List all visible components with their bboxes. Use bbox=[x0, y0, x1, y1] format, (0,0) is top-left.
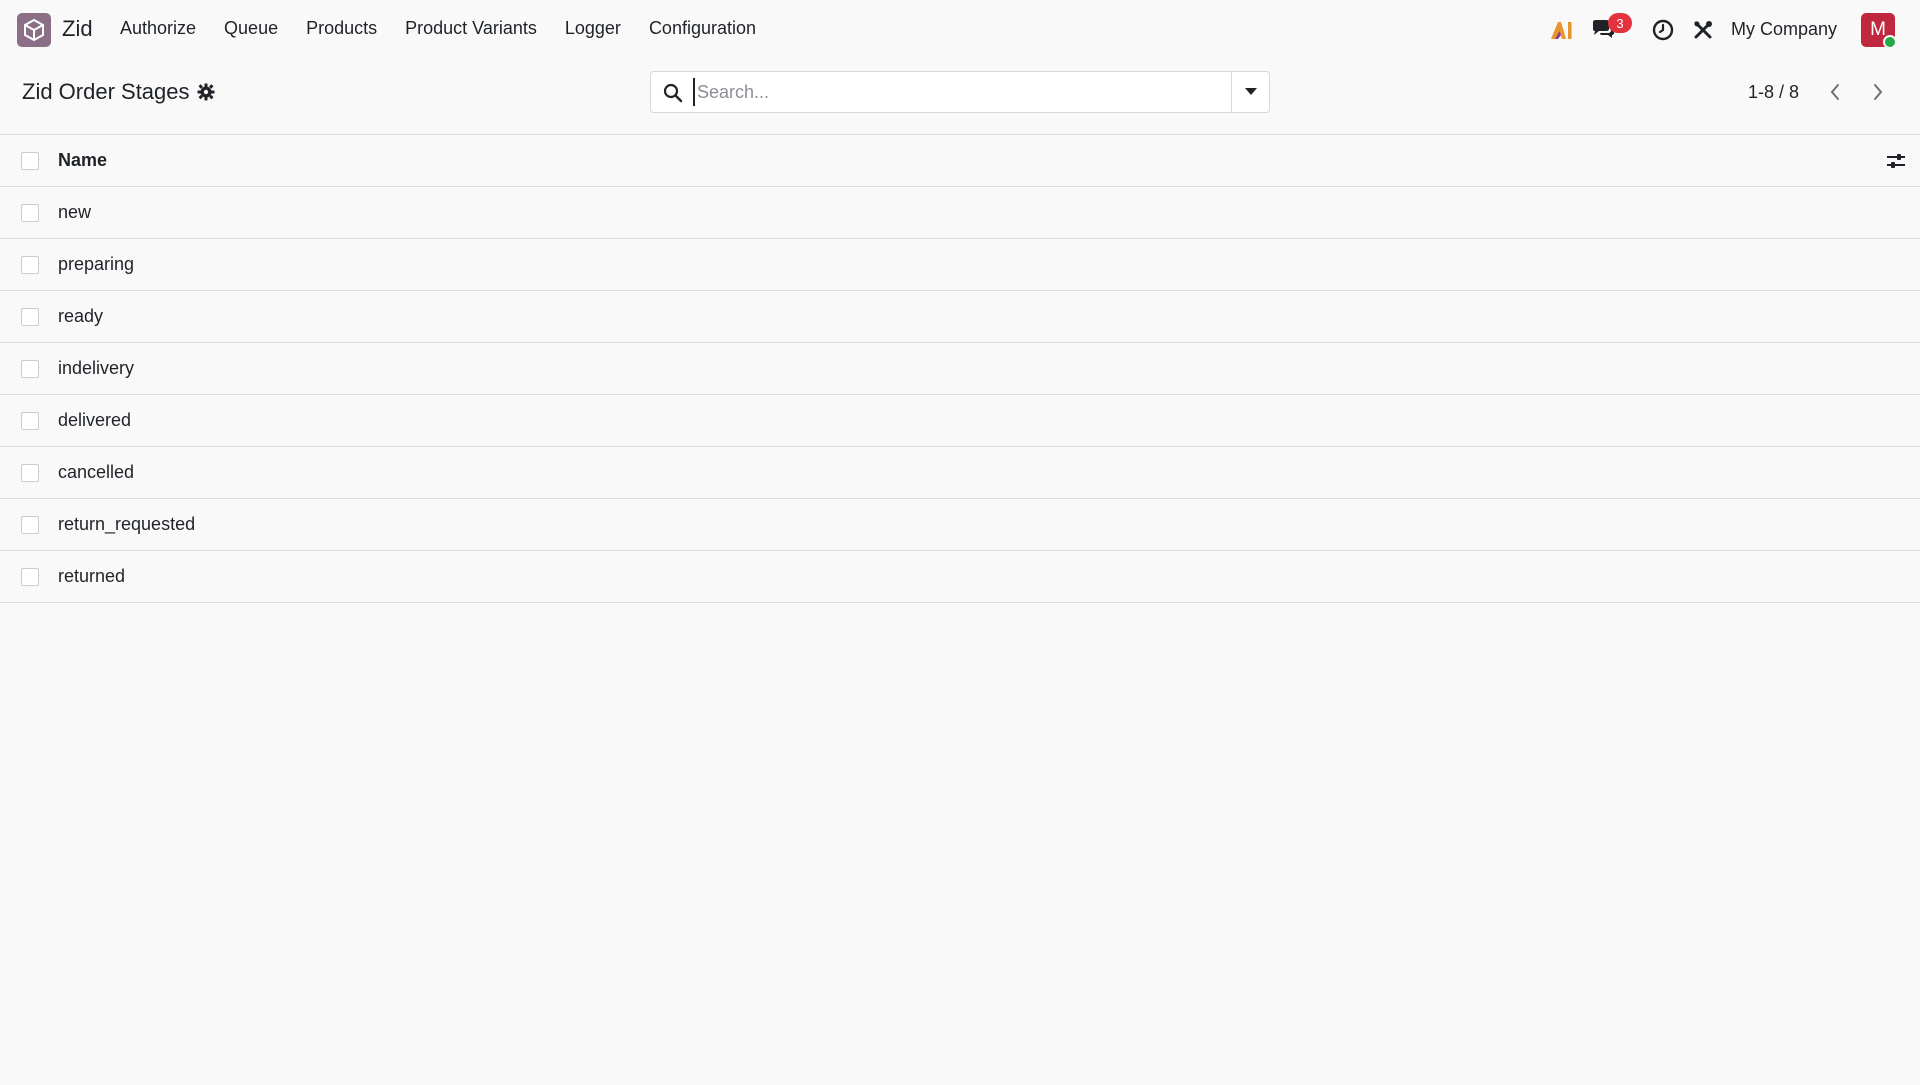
caret-down-icon bbox=[1244, 88, 1257, 95]
search-icon bbox=[663, 83, 683, 103]
chevron-right-icon bbox=[1874, 84, 1883, 100]
row-checkbox[interactable] bbox=[21, 204, 39, 222]
cell-name[interactable]: delivered bbox=[58, 410, 131, 431]
search-options-toggle[interactable] bbox=[1231, 72, 1269, 112]
table-row[interactable]: ready bbox=[0, 291, 1920, 343]
cell-name[interactable]: cancelled bbox=[58, 462, 134, 483]
menu-item-configuration[interactable]: Configuration bbox=[649, 18, 756, 39]
row-checkbox[interactable] bbox=[21, 412, 39, 430]
menu-item-product-variants[interactable]: Product Variants bbox=[405, 18, 537, 39]
menu-item-products[interactable]: Products bbox=[306, 18, 377, 39]
row-checkbox[interactable] bbox=[21, 256, 39, 274]
search-bar bbox=[650, 71, 1270, 113]
table-row[interactable]: new bbox=[0, 187, 1920, 239]
app-name[interactable]: Zid bbox=[62, 16, 93, 42]
company-switcher[interactable]: My Company bbox=[1731, 19, 1837, 40]
row-checkbox[interactable] bbox=[21, 568, 39, 586]
table-row[interactable]: indelivery bbox=[0, 343, 1920, 395]
row-checkbox[interactable] bbox=[21, 516, 39, 534]
row-checkbox[interactable] bbox=[21, 464, 39, 482]
app-logo-icon[interactable] bbox=[17, 13, 51, 47]
cell-name[interactable]: returned bbox=[58, 566, 125, 587]
activity-clock-icon[interactable] bbox=[1650, 18, 1676, 42]
table-row[interactable]: delivered bbox=[0, 395, 1920, 447]
menu-item-queue[interactable]: Queue bbox=[224, 18, 278, 39]
table-row[interactable]: preparing bbox=[0, 239, 1920, 291]
list-header: Name bbox=[0, 135, 1920, 187]
menu-item-authorize[interactable]: Authorize bbox=[120, 18, 196, 39]
row-checkbox[interactable] bbox=[21, 360, 39, 378]
gear-icon[interactable] bbox=[197, 83, 215, 101]
search-input[interactable] bbox=[693, 78, 1213, 106]
top-navbar: Zid Authorize Queue Products Product Var… bbox=[0, 0, 1920, 60]
online-status-indicator bbox=[1883, 35, 1897, 49]
page-title: Zid Order Stages bbox=[22, 79, 190, 104]
table-row[interactable]: return_requested bbox=[0, 499, 1920, 551]
cell-name[interactable]: indelivery bbox=[58, 358, 134, 379]
cell-name[interactable]: new bbox=[58, 202, 91, 223]
select-all-checkbox[interactable] bbox=[21, 152, 39, 170]
messages-badge: 3 bbox=[1608, 13, 1632, 33]
table-row[interactable]: returned bbox=[0, 551, 1920, 603]
row-checkbox[interactable] bbox=[21, 308, 39, 326]
stages-list: Name new preparing ready indelivery deli… bbox=[0, 134, 1920, 603]
debug-tools-icon[interactable] bbox=[1690, 18, 1716, 42]
cell-name[interactable]: return_requested bbox=[58, 514, 195, 535]
main-menu: Authorize Queue Products Product Variant… bbox=[120, 18, 784, 39]
pager-value[interactable]: 1-8 / 8 bbox=[1748, 82, 1799, 103]
optional-columns-icon[interactable] bbox=[1886, 151, 1906, 171]
ai-assistant-icon[interactable] bbox=[1548, 18, 1574, 42]
menu-item-logger[interactable]: Logger bbox=[565, 18, 621, 39]
table-row[interactable]: cancelled bbox=[0, 447, 1920, 499]
cell-name[interactable]: ready bbox=[58, 306, 103, 327]
pager-previous-button[interactable] bbox=[1823, 80, 1847, 104]
column-header-name[interactable]: Name bbox=[58, 150, 107, 171]
chevron-left-icon bbox=[1830, 84, 1839, 100]
pager-next-button[interactable] bbox=[1866, 80, 1890, 104]
cell-name[interactable]: preparing bbox=[58, 254, 134, 275]
